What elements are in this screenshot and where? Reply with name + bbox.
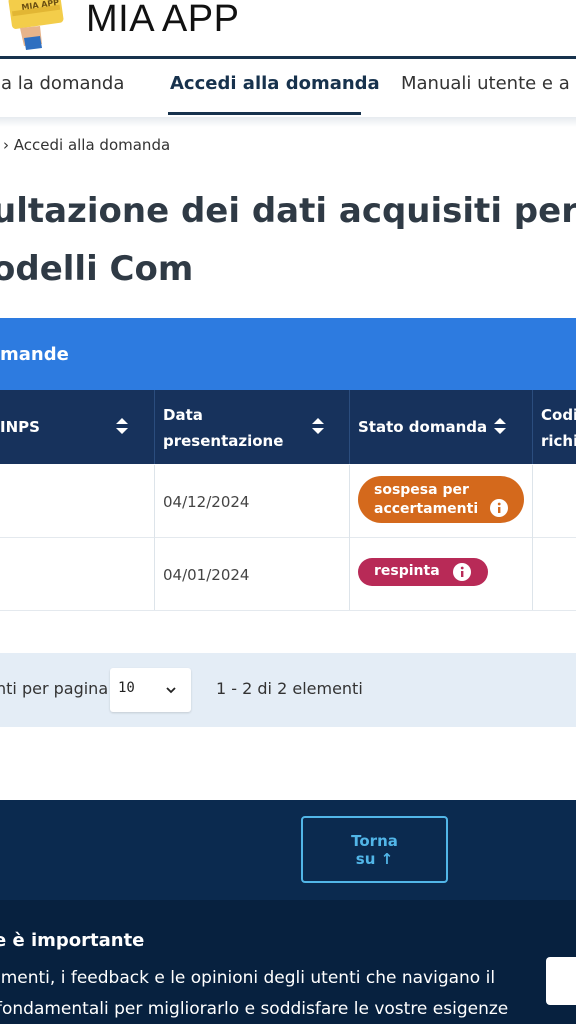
column-header-inps[interactable]: INPS bbox=[0, 390, 154, 464]
page-title-line2: odelli Com bbox=[0, 249, 194, 289]
column-divider bbox=[154, 390, 155, 464]
row-date: 04/01/2024 bbox=[163, 566, 250, 584]
app-logo: MIA APP bbox=[8, 0, 64, 50]
sort-icon[interactable] bbox=[493, 416, 507, 436]
per-page-select[interactable]: 10 bbox=[110, 668, 191, 712]
column-header-stato-domanda[interactable]: Stato domanda bbox=[350, 390, 532, 464]
per-page-value: 10 bbox=[118, 680, 135, 696]
tab-manuali-utente[interactable]: Manuali utente e a bbox=[401, 73, 570, 94]
column-divider bbox=[532, 390, 533, 464]
tab-accedi-domanda[interactable]: Accedi alla domanda bbox=[170, 73, 380, 94]
breadcrumb[interactable]: › Accedi alla domanda bbox=[3, 136, 170, 154]
table-panel-title: mande bbox=[0, 344, 69, 365]
pagination-bar: nti per pagina: 10 1 - 2 di 2 elementi bbox=[0, 653, 576, 727]
chevron-down-icon bbox=[166, 687, 176, 694]
page-title: ultazione dei dati acquisiti per la do o… bbox=[0, 182, 576, 298]
feedback-text-line1: imenti, i feedback e le opinioni degli u… bbox=[0, 968, 496, 988]
column-header-data-label-2: presentazione bbox=[163, 432, 284, 450]
status-badge[interactable]: sospesa per accertamenti bbox=[358, 476, 524, 523]
column-divider bbox=[349, 465, 350, 610]
back-to-top-label-2: su ↑ bbox=[355, 850, 394, 868]
column-divider bbox=[532, 465, 533, 610]
column-divider bbox=[349, 390, 350, 464]
footer: Torna su ↑ bbox=[0, 800, 576, 900]
sort-icon[interactable] bbox=[115, 416, 129, 436]
back-to-top-label-1: Torna bbox=[351, 832, 398, 850]
status-badge[interactable]: respinta bbox=[358, 558, 488, 586]
column-header-data-label-1: Data bbox=[163, 406, 203, 424]
feedback-text-line2: fondamentali per migliorarlo e soddisfar… bbox=[0, 999, 509, 1019]
column-header-data-presentazione[interactable]: Data presentazione bbox=[155, 390, 349, 464]
column-header-inps-label: INPS bbox=[0, 418, 40, 436]
column-header-codice-label-2: richie bbox=[541, 432, 576, 450]
page-title-line1: ultazione dei dati acquisiti per la do bbox=[0, 191, 576, 231]
app-title: MIA APP bbox=[86, 0, 240, 40]
row-date: 04/12/2024 bbox=[163, 493, 250, 511]
tab-presenta-domanda[interactable]: la la domanda bbox=[0, 73, 124, 94]
per-page-label: nti per pagina: bbox=[0, 679, 114, 698]
active-tab-indicator bbox=[168, 112, 361, 115]
sort-icon[interactable] bbox=[311, 416, 325, 436]
app-header: MIA APP MIA APP bbox=[0, 0, 576, 58]
info-icon[interactable] bbox=[490, 499, 508, 517]
nav-shadow bbox=[0, 117, 576, 127]
feedback-button[interactable] bbox=[546, 957, 576, 1005]
column-header-codice-label-1: Codic bbox=[541, 406, 576, 424]
feedback-title: e è importante bbox=[0, 930, 145, 951]
table-header-row: INPS Data presentazione Stato domanda Co… bbox=[0, 390, 576, 464]
back-to-top-button[interactable]: Torna su ↑ bbox=[301, 816, 448, 883]
column-divider bbox=[154, 465, 155, 610]
nav-tabs: la la domanda Accedi alla domanda Manual… bbox=[0, 59, 576, 117]
feedback-section: e è importante imenti, i feedback e le o… bbox=[0, 900, 576, 1024]
column-header-codice-richiesta[interactable]: Codic richie bbox=[533, 390, 576, 464]
pagination-range: 1 - 2 di 2 elementi bbox=[216, 679, 363, 698]
info-icon[interactable] bbox=[453, 563, 471, 581]
column-header-stato-label: Stato domanda bbox=[358, 418, 488, 436]
table-row[interactable]: 04/01/2024 respinta bbox=[0, 538, 576, 611]
table-row[interactable]: 04/12/2024 sospesa per accertamenti bbox=[0, 465, 576, 538]
table-panel-header: mande bbox=[0, 318, 576, 390]
status-badge-line1: sospesa per bbox=[374, 482, 469, 498]
